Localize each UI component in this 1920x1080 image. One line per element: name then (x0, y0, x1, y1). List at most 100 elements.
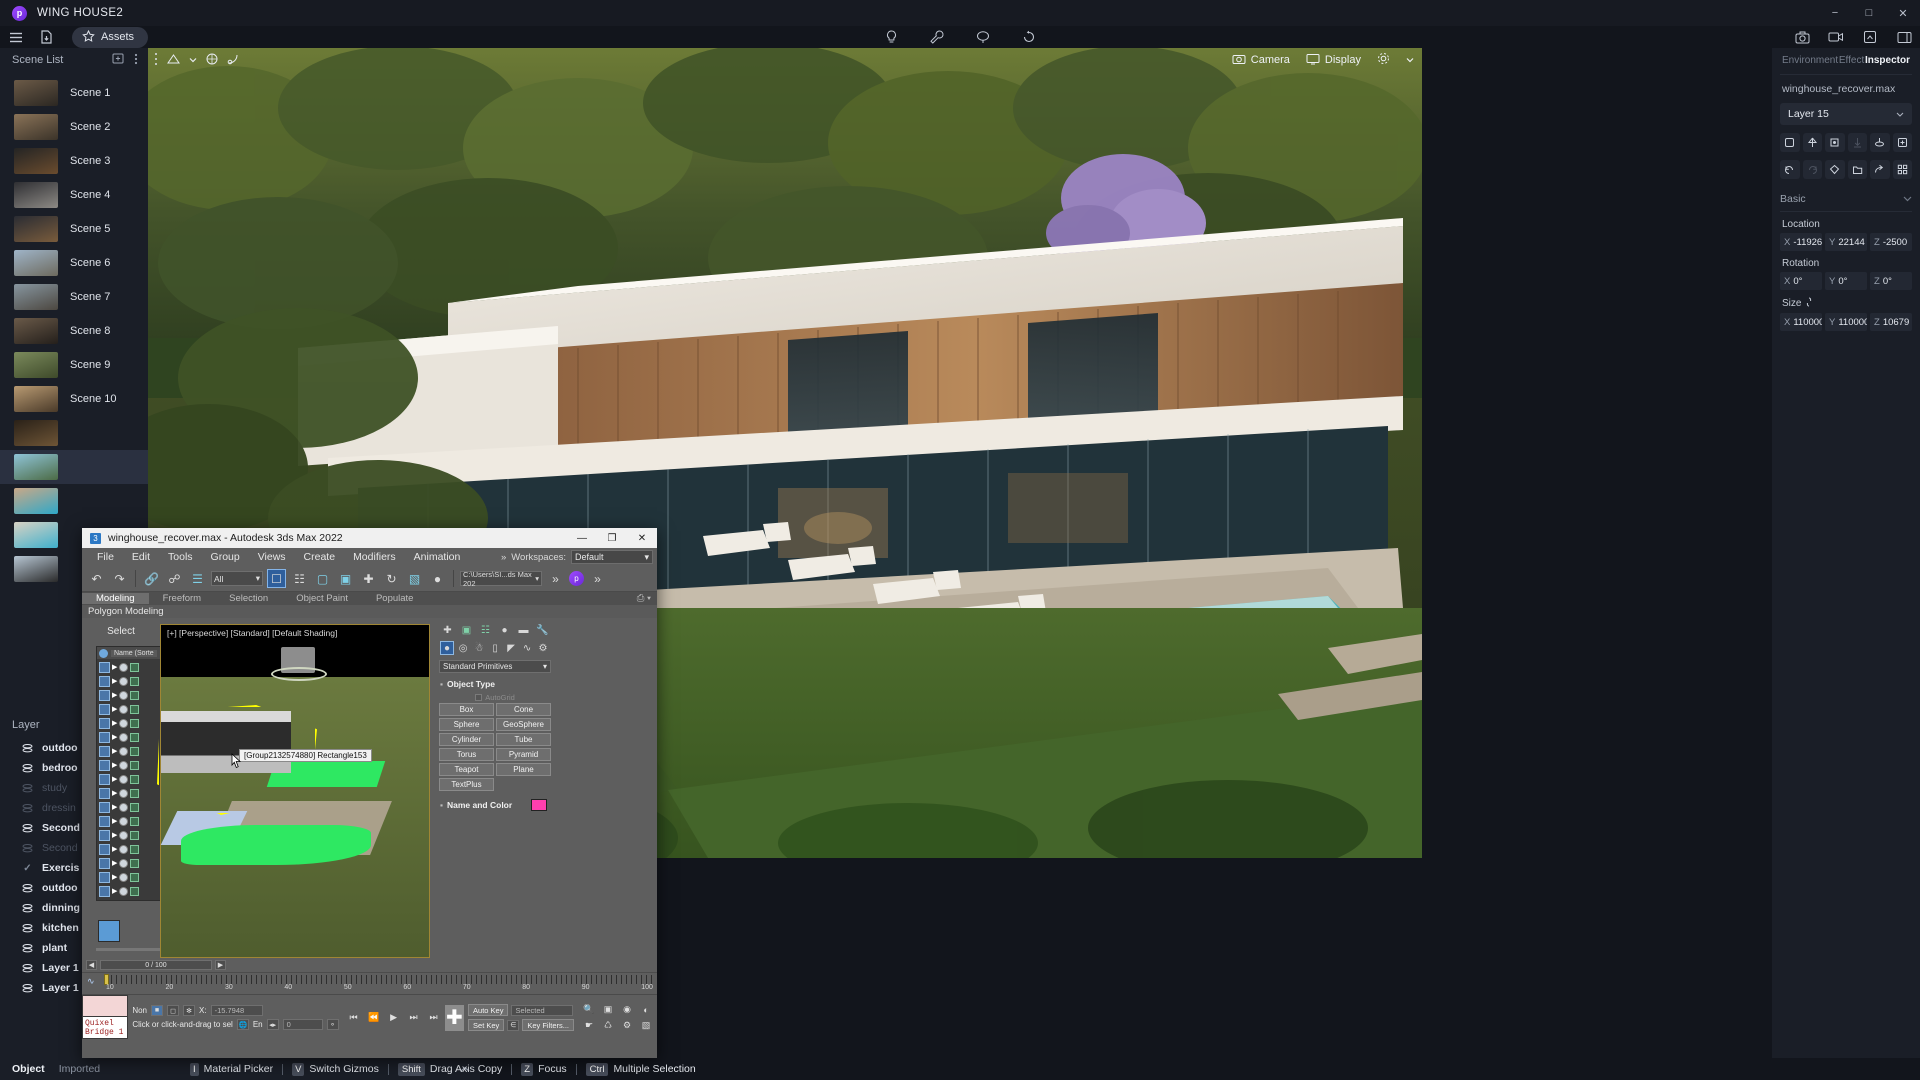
redo-icon[interactable]: ↷ (110, 569, 129, 588)
scene-list-item[interactable] (0, 450, 148, 484)
tab-effect[interactable]: Effect (1839, 55, 1864, 66)
expand-arrow-icon[interactable]: ▶ (112, 747, 117, 755)
world-space-icon[interactable]: 🌐 (236, 1019, 249, 1030)
link-icon[interactable]: 🔗 (142, 569, 161, 588)
expand-arrow-icon[interactable]: ▶ (112, 859, 117, 867)
display-icon[interactable]: ▬ (516, 623, 531, 637)
rotation-y-field[interactable]: Y 0° (1825, 272, 1867, 290)
center-pivot-icon[interactable] (1825, 133, 1845, 152)
visibility-toggle-icon[interactable] (119, 760, 129, 770)
ribbon-tab-object-paint[interactable]: Object Paint (282, 593, 362, 604)
placement-icon[interactable]: ● (428, 569, 447, 588)
menu-item-group[interactable]: Group (202, 551, 249, 563)
basic-section-header[interactable]: Basic (1780, 193, 1912, 205)
rotation-z-field[interactable]: Z 0° (1870, 272, 1912, 290)
display-control[interactable]: Display (1306, 53, 1361, 68)
x-coordinate-input[interactable]: -15.7948 (210, 1005, 263, 1016)
visibility-toggle-icon[interactable] (119, 718, 129, 728)
ribbon-tab-freeform[interactable]: Freeform (149, 593, 216, 604)
maximize-button[interactable]: □ (1852, 0, 1886, 26)
freeze-toggle-icon[interactable] (130, 872, 140, 882)
size-z-field[interactable]: Z 10679 (1870, 313, 1912, 331)
menu-item-create[interactable]: Create (295, 551, 345, 563)
drop-icon[interactable] (1847, 133, 1867, 152)
freeze-toggle-icon[interactable] (130, 816, 140, 826)
expand-arrow-icon[interactable]: ▶ (112, 789, 117, 797)
material-swatch[interactable] (98, 920, 120, 942)
folder-icon[interactable] (1847, 160, 1867, 179)
visibility-toggle-icon[interactable] (119, 886, 129, 896)
primitive-category-select[interactable]: Standard Primitives ▾ (439, 660, 551, 673)
expand-arrow-icon[interactable]: ▶ (112, 677, 117, 685)
layer-visibility-icon[interactable] (22, 843, 33, 854)
freeze-toggle-icon[interactable] (130, 774, 140, 784)
scene-list-item[interactable] (0, 416, 148, 450)
location-x-field[interactable]: X -11926 (1780, 233, 1822, 251)
helpers-icon[interactable]: ◤ (504, 641, 518, 655)
key-toggle-icon[interactable]: ⚬ (326, 1019, 339, 1030)
scene-explorer-row[interactable]: ▶ (97, 828, 167, 842)
chevron-double-right-icon[interactable]: » (546, 569, 565, 588)
primitive-button-torus[interactable]: Torus (439, 748, 494, 761)
menu-item-modifiers[interactable]: Modifiers (344, 551, 405, 563)
primitive-button-cone[interactable]: Cone (496, 703, 551, 716)
window-crossing-icon[interactable]: ▣ (336, 569, 355, 588)
measure-icon[interactable] (227, 53, 239, 68)
pan-icon[interactable]: ☛ (582, 1019, 596, 1032)
utilities-icon[interactable]: 🔧 (535, 623, 550, 637)
primitive-button-textplus[interactable]: TextPlus (439, 778, 494, 791)
expand-arrow-icon[interactable]: ▶ (112, 817, 117, 825)
scene-explorer[interactable]: Name (Sorte ▶ ▶ ▶ ▶ ▶ ▶ ▶ ▶ ▶ ▶ ▶ ▶ ▶ ▶ ▶ ▶ ▶ (96, 646, 168, 901)
perspective-icon[interactable] (167, 53, 180, 68)
primitive-button-grid[interactable]: Box Cone Sphere GeoSphere Cylinder Tube Torus P… (439, 703, 551, 791)
panel-icon[interactable] (1896, 29, 1912, 45)
paint-icon[interactable] (975, 29, 991, 45)
layer-visibility-icon[interactable] (22, 823, 33, 834)
freeze-toggle-icon[interactable] (130, 760, 140, 770)
freeze-toggle-icon[interactable] (130, 844, 140, 854)
scene-explorer-row[interactable]: ▶ (97, 702, 167, 716)
maxscript-listener[interactable]: Quixel Bridge 1 (82, 995, 129, 1040)
primitive-button-tube[interactable]: Tube (496, 733, 551, 746)
freeze-toggle-icon[interactable] (130, 788, 140, 798)
layer-visibility-icon[interactable] (22, 863, 33, 874)
frame-counter[interactable]: 0 / 100 (100, 960, 212, 970)
history-icon[interactable] (1021, 29, 1037, 45)
object-type-rollout-label[interactable]: Object Type (439, 676, 551, 691)
3dsmax-maximize-button[interactable]: ❐ (597, 528, 627, 548)
layer-visibility-icon[interactable] (22, 943, 33, 954)
frame-icon[interactable] (1780, 133, 1800, 152)
3dsmax-close-button[interactable]: ✕ (627, 528, 657, 548)
go-to-start-icon[interactable]: ⏮ (347, 1011, 361, 1024)
layer-visibility-icon[interactable] (22, 783, 33, 794)
scene-explorer-scrollbar[interactable] (96, 945, 168, 954)
chevron-down-icon[interactable] (189, 54, 197, 66)
primitive-button-plane[interactable]: Plane (496, 763, 551, 776)
menu-item-animation[interactable]: Animation (405, 551, 470, 563)
visibility-toggle-icon[interactable] (119, 858, 129, 868)
convert-icon[interactable] (1825, 160, 1845, 179)
primitive-button-cylinder[interactable]: Cylinder (439, 733, 494, 746)
visibility-toggle-icon[interactable] (119, 816, 129, 826)
scene-explorer-row[interactable]: ▶ (97, 772, 167, 786)
ribbon-tab-modeling[interactable]: Modeling (82, 593, 149, 604)
scene-list-item[interactable]: Scene 8 (0, 314, 148, 348)
scene-explorer-row[interactable]: ▶ (97, 688, 167, 702)
expand-arrow-icon[interactable]: ▶ (112, 887, 117, 895)
scene-explorer-row[interactable]: ▶ (97, 800, 167, 814)
scene-list-item[interactable]: Scene 9 (0, 348, 148, 382)
zoom-extents-icon[interactable]: ◉ (620, 1003, 634, 1016)
menu-overflow-icon[interactable]: » (501, 552, 506, 563)
key-mode-select[interactable]: Selected (511, 1004, 574, 1016)
freeze-toggle-icon[interactable] (130, 662, 140, 672)
layer-visibility-icon[interactable] (22, 983, 33, 994)
visibility-toggle-icon[interactable] (119, 676, 129, 686)
scene-list-item[interactable]: Scene 5 (0, 212, 148, 246)
share-icon[interactable] (1862, 29, 1878, 45)
link-lock-icon[interactable] (1805, 297, 1813, 310)
size-x-field[interactable]: X110000( (1780, 313, 1822, 331)
motion-icon[interactable]: ● (497, 623, 512, 637)
key-mode-toggle-icon[interactable]: ∈ (507, 1019, 520, 1031)
current-frame-input[interactable]: 0 (282, 1019, 323, 1030)
workspaces-select[interactable]: Default ▾ (571, 550, 653, 564)
